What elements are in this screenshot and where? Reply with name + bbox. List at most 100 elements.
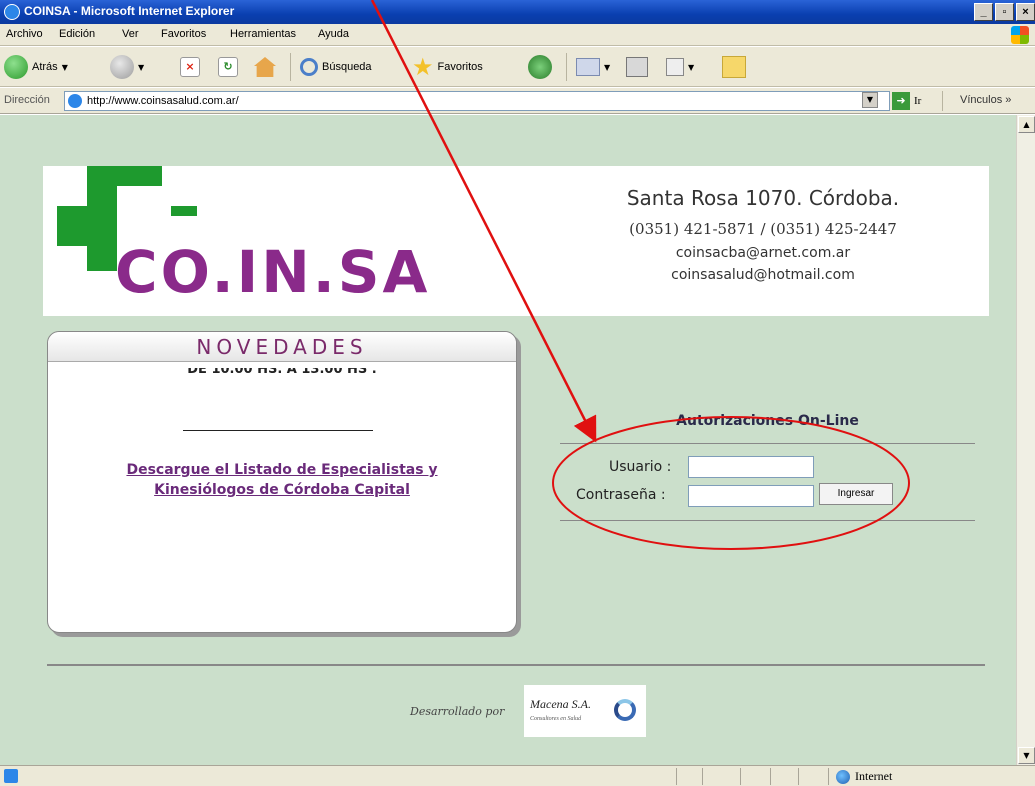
- contact-info: Santa Rosa 1070. Córdoba. (0351) 421-587…: [563, 186, 963, 289]
- go-label: Ir: [914, 95, 922, 107]
- status-cell: [676, 768, 677, 785]
- history-icon: [528, 55, 552, 79]
- security-zone: Internet: [836, 769, 892, 784]
- status-cell: [702, 768, 703, 785]
- page-status-icon: [4, 769, 18, 783]
- back-arrow-icon: [4, 55, 28, 79]
- developer-tagline: Consultores en Salud: [530, 716, 582, 722]
- vertical-scrollbar[interactable]: ▲ ▼: [1016, 115, 1035, 765]
- favorites-label: Favoritos: [437, 61, 483, 73]
- auth-rule-top: [560, 443, 975, 444]
- menu-favoritos[interactable]: Favoritos: [161, 28, 206, 40]
- folder-button[interactable]: [722, 54, 746, 80]
- mail-button[interactable]: ▼: [576, 54, 610, 80]
- minimize-button[interactable]: _: [974, 3, 993, 21]
- page-icon: [68, 94, 82, 108]
- user-label: Usuario :: [609, 459, 672, 475]
- developer-name: Macena S.A.: [530, 697, 591, 711]
- forward-arrow-icon: [110, 55, 134, 79]
- address-url: http://www.coinsasalud.com.ar/: [87, 95, 239, 107]
- status-cell: [770, 768, 771, 785]
- maximize-button[interactable]: ▫: [995, 3, 1014, 21]
- chevron-down-icon: ▼: [688, 62, 695, 72]
- news-ticker-text: DE 10.00 HS. A 13.00 HS .: [187, 368, 377, 377]
- specialists-download-link[interactable]: Descargue el Listado de Especialistas y …: [48, 460, 516, 500]
- link-line-1: Descargue el Listado de Especialistas y: [126, 462, 438, 478]
- auth-title: Autorizaciones On-Line: [676, 413, 859, 429]
- window-controls: _ ▫ ×: [972, 3, 1035, 21]
- address-separator: [942, 91, 943, 111]
- news-divider: [183, 430, 373, 431]
- stop-button[interactable]: ×: [180, 54, 200, 80]
- chevron-down-icon: ▼: [604, 62, 611, 72]
- menu-bar: Archivo Edición Ver Favoritos Herramient…: [0, 24, 1035, 46]
- login-button[interactable]: Ingresar: [819, 483, 893, 505]
- windows-logo-icon: [1011, 26, 1029, 44]
- footer-divider: [47, 664, 985, 666]
- refresh-icon: ↻: [218, 57, 238, 77]
- logo-cross-dash: [171, 206, 197, 216]
- status-cell: [740, 768, 741, 785]
- go-arrow-icon: ➜: [892, 92, 910, 110]
- menu-herramientas[interactable]: Herramientas: [230, 28, 296, 40]
- page-content: CO.IN.SA Santa Rosa 1070. Córdoba. (0351…: [0, 115, 1016, 765]
- toolbar-separator: [566, 53, 567, 81]
- toolbar-separator: [290, 53, 291, 81]
- refresh-button[interactable]: ↻: [218, 54, 238, 80]
- status-cell: [798, 768, 799, 785]
- logo-cross-left: [57, 206, 117, 246]
- menu-archivo[interactable]: Archivo: [6, 28, 43, 40]
- password-label: Contraseña :: [576, 487, 666, 503]
- username-field[interactable]: [688, 456, 814, 478]
- print-icon: [626, 57, 648, 77]
- star-icon: ★: [412, 53, 434, 81]
- edit-button[interactable]: ▼: [666, 54, 694, 80]
- news-panel: NOVEDADES DE 10.00 HS. A 13.00 HS . Desc…: [47, 331, 517, 633]
- password-field[interactable]: [688, 485, 814, 507]
- auth-rule-bottom: [560, 520, 975, 521]
- stop-icon: ×: [180, 57, 200, 77]
- back-label: Atrás: [32, 61, 58, 73]
- news-title: NOVEDADES: [48, 332, 516, 362]
- logo-cross-bar: [117, 166, 162, 186]
- history-button[interactable]: [528, 54, 552, 80]
- chevron-down-icon: ▼: [138, 62, 145, 72]
- favorites-button[interactable]: ★ Favoritos: [412, 54, 483, 80]
- home-button[interactable]: [254, 54, 276, 80]
- globe-icon: [836, 769, 850, 784]
- address-input[interactable]: http://www.coinsasalud.com.ar/: [64, 91, 890, 111]
- menu-edicion[interactable]: Edición: [59, 28, 95, 40]
- contact-email-1: coinsacba@arnet.com.ar: [675, 245, 851, 261]
- link-line-2: Kinesiólogos de Córdoba Capital: [154, 482, 410, 498]
- address-bar: Dirección http://www.coinsasalud.com.ar/…: [0, 88, 1035, 114]
- toolbar: Atrás ▼ ▼ × ↻ Búsqueda ★ Favoritos ▼ ▼: [0, 47, 1035, 87]
- home-icon: [254, 57, 276, 77]
- search-button[interactable]: Búsqueda: [300, 54, 372, 80]
- status-cell: [828, 768, 829, 785]
- menu-ayuda[interactable]: Ayuda: [318, 28, 349, 40]
- scroll-up-button[interactable]: ▲: [1018, 116, 1035, 133]
- menu-ver[interactable]: Ver: [122, 28, 139, 40]
- go-button[interactable]: ➜ Ir: [892, 92, 921, 110]
- chevron-down-icon: ▼: [61, 62, 68, 72]
- logo-cross-bottom: [87, 246, 117, 271]
- back-button[interactable]: Atrás ▼: [4, 54, 68, 80]
- site-header: CO.IN.SA Santa Rosa 1070. Córdoba. (0351…: [43, 166, 989, 316]
- zone-label: Internet: [855, 769, 893, 783]
- scroll-down-button[interactable]: ▼: [1018, 747, 1035, 764]
- developer-label: Desarrollado por: [410, 705, 505, 718]
- ie-icon: [4, 4, 20, 20]
- contact-phones: (0351) 421-5871 / (0351) 425-2447: [629, 220, 897, 238]
- address-label: Dirección: [4, 94, 50, 106]
- developer-logo[interactable]: Macena S.A. Consultores en Salud: [524, 685, 646, 737]
- print-button[interactable]: [626, 54, 648, 80]
- close-button[interactable]: ×: [1016, 3, 1035, 21]
- links-label: Vínculos: [960, 94, 1003, 106]
- folder-icon: [722, 56, 746, 78]
- contact-email-2: coinsasalud@hotmail.com: [671, 267, 855, 283]
- status-bar: Internet: [0, 765, 1035, 786]
- address-dropdown-button[interactable]: ▼: [862, 92, 878, 108]
- forward-button[interactable]: ▼: [110, 54, 144, 80]
- search-label: Búsqueda: [322, 61, 372, 73]
- links-button[interactable]: Vínculos »: [960, 94, 1011, 106]
